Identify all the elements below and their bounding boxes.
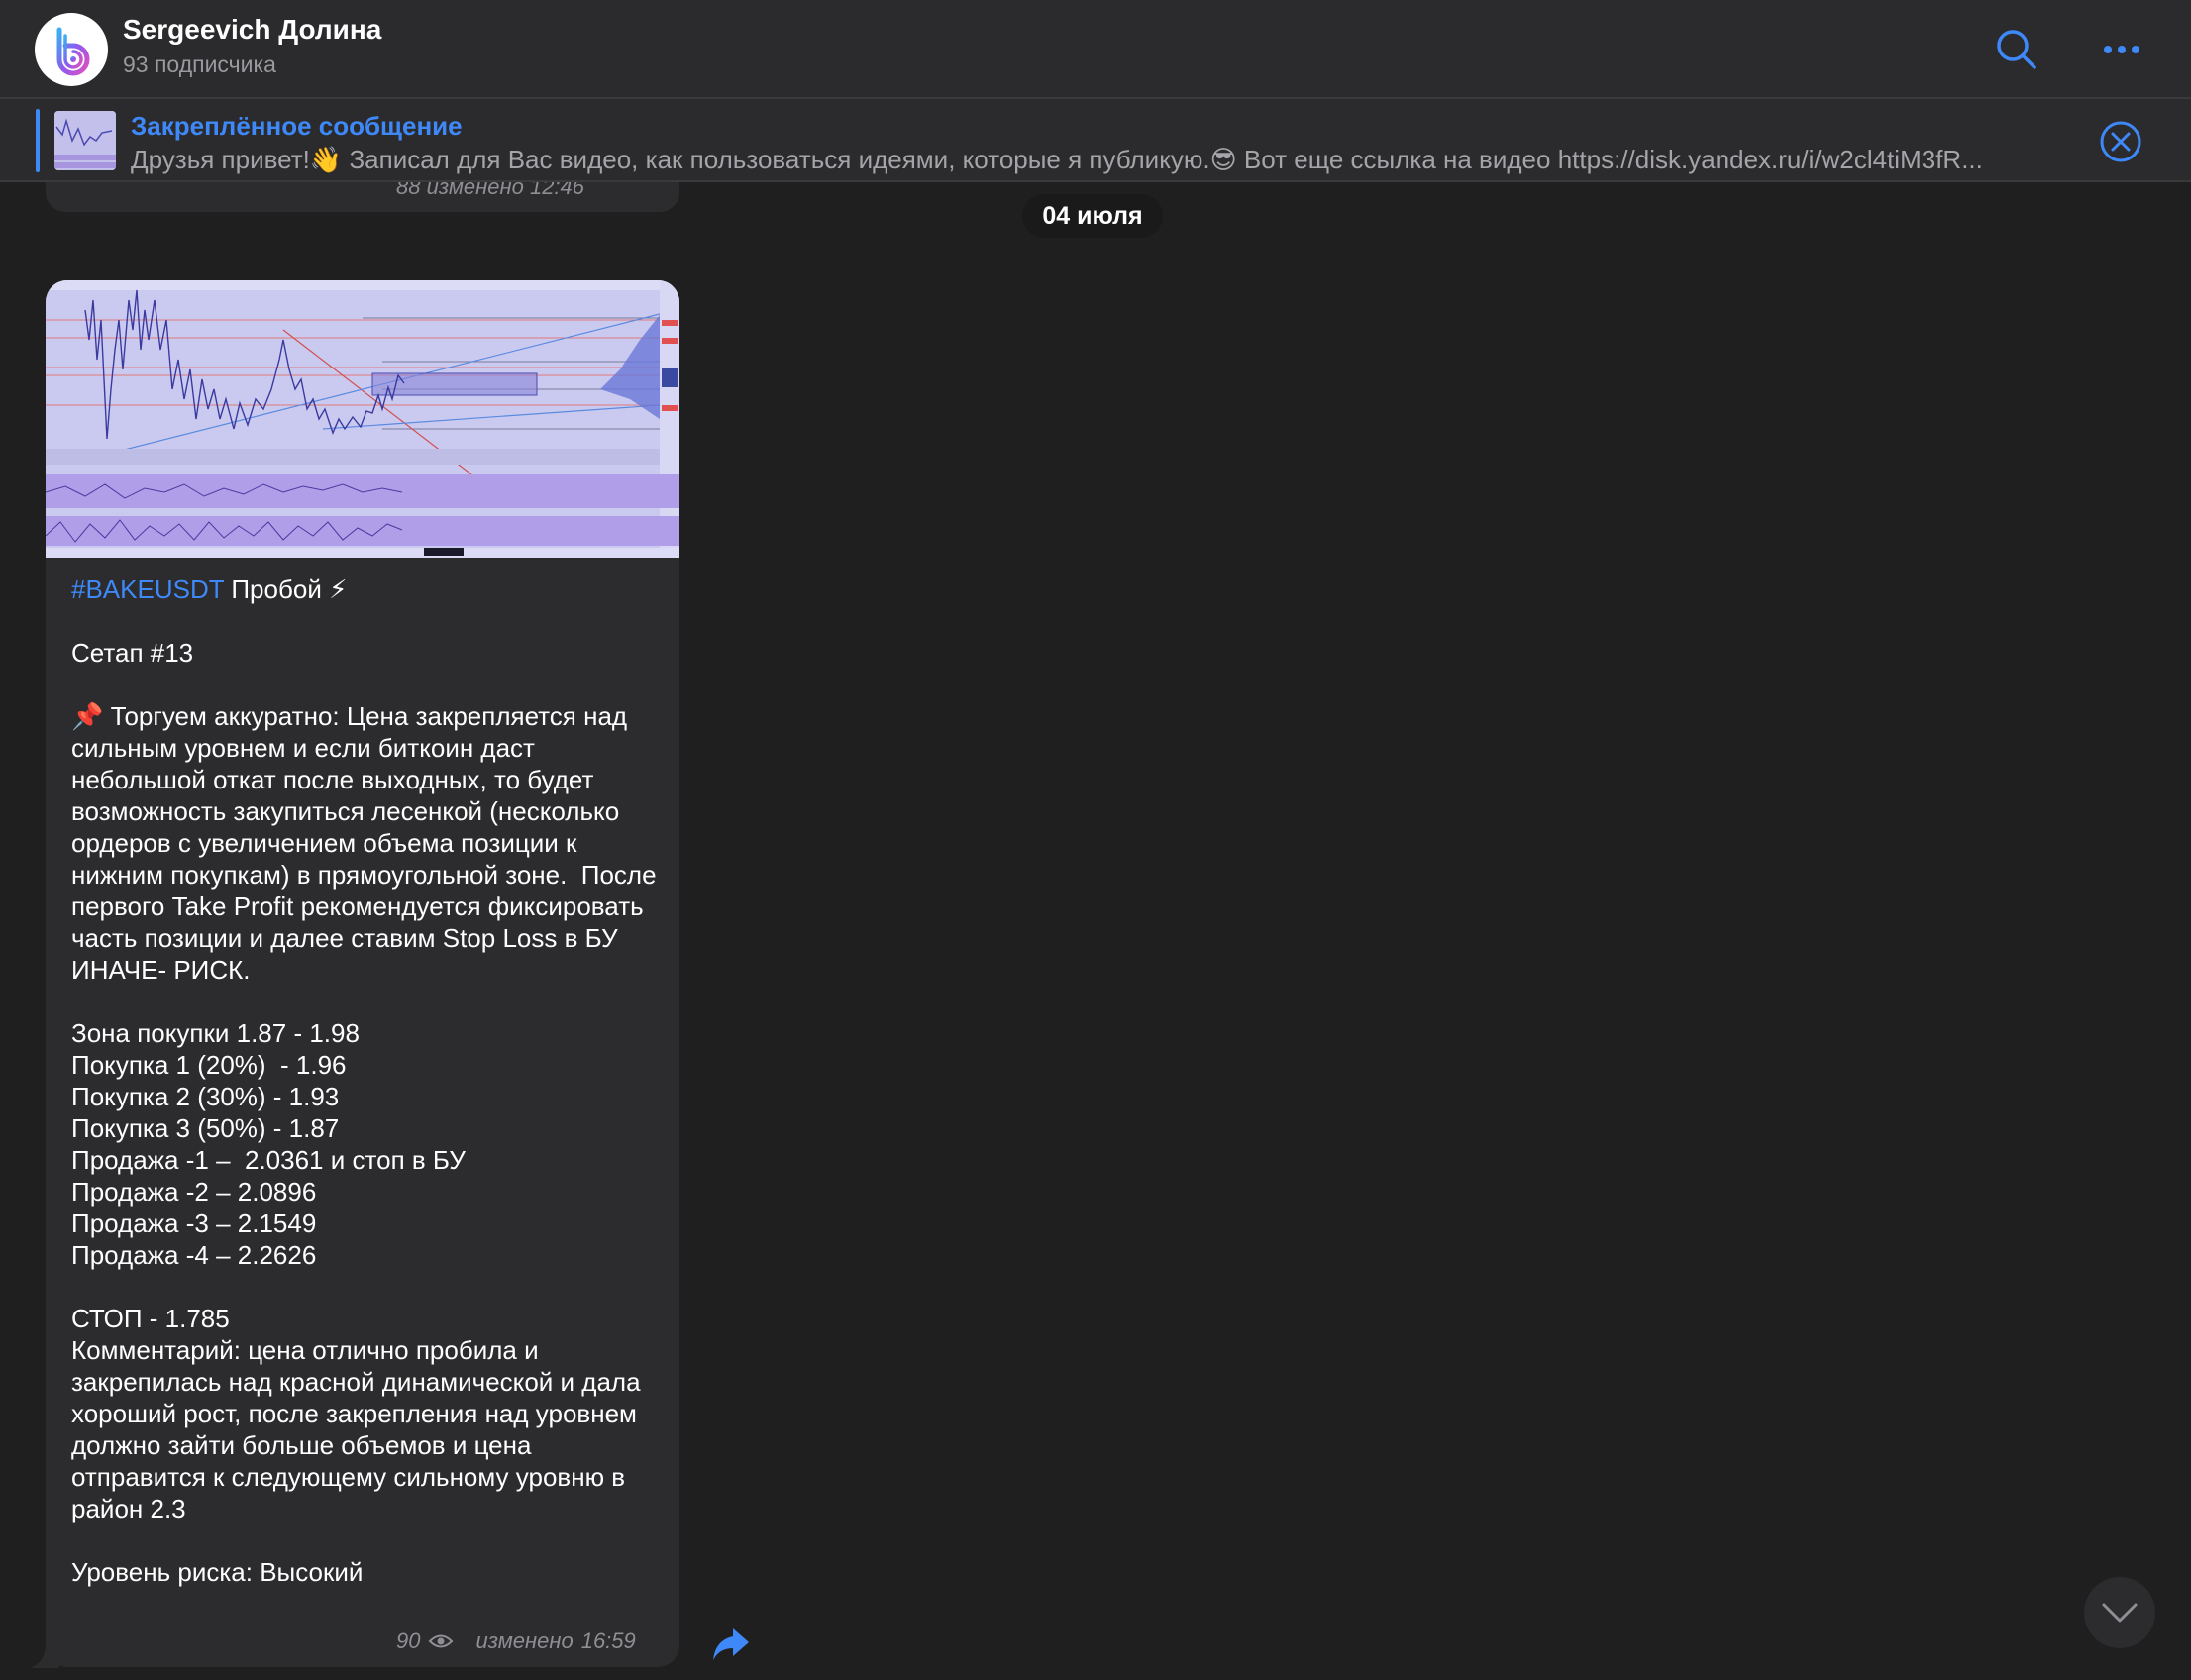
- message-meta: 90 изменено 16:59: [396, 1628, 636, 1654]
- level-line: Продажа -1 – 2.0361 и стоп в БУ: [71, 1145, 466, 1175]
- edited-label: изменено: [475, 1628, 574, 1653]
- chart-image[interactable]: [46, 280, 679, 558]
- level-line: Продажа -2 – 2.0896: [71, 1177, 317, 1207]
- level-line: Покупка 1 (20%) - 1.96: [71, 1050, 347, 1080]
- stop-loss: СТОП - 1.785: [71, 1304, 230, 1333]
- level-line: Продажа -4 – 2.2626: [71, 1240, 317, 1270]
- subscriber-count: 93 подписчика: [123, 52, 276, 77]
- close-circle-icon: [2100, 121, 2141, 162]
- level-line: Зона покупки 1.87 - 1.98: [71, 1018, 360, 1048]
- share-button[interactable]: [709, 1625, 753, 1664]
- level-line: Продажа -3 – 2.1549: [71, 1208, 317, 1238]
- pinned-title: Закреплённое сообщение: [131, 111, 463, 141]
- search-button[interactable]: [1993, 26, 2040, 73]
- channel-title[interactable]: Sergeevich Долина: [123, 14, 381, 46]
- pinned-accent-bar: [36, 109, 40, 172]
- unpin-button[interactable]: [2098, 119, 2143, 164]
- channel-logo-icon: [56, 27, 90, 76]
- channel-avatar[interactable]: [35, 13, 108, 86]
- view-count: 90: [396, 1628, 421, 1653]
- level-line: Покупка 2 (30%) - 1.93: [71, 1082, 340, 1111]
- pinned-text: Друзья привет!👋 Записал для Вас видео, к…: [131, 145, 1983, 174]
- pinned-message-bar[interactable]: Закреплённое сообщение Друзья привет!👋 З…: [0, 99, 2191, 182]
- share-arrow-icon: [713, 1628, 749, 1660]
- level-line: Покупка 3 (50%) - 1.87: [71, 1113, 340, 1143]
- message-time: 16:59: [580, 1628, 636, 1653]
- trade-warning: 📌 Торгуем аккуратно: Цена закрепляется н…: [71, 701, 664, 985]
- more-button[interactable]: [2098, 30, 2145, 69]
- chat-window: Sergeevich Долина 93 подписчика Закреплё…: [0, 0, 2191, 1680]
- more-icon: [2104, 46, 2139, 53]
- pinned-thumbnail: [54, 111, 116, 170]
- comment-text: Комментарий: цена отлично пробила и закр…: [71, 1335, 648, 1523]
- chart-screenshot: [46, 280, 679, 558]
- message-bubble[interactable]: #BAKEUSDT Пробой ⚡ Сетап #13 📌 Торгуем а…: [46, 280, 679, 1667]
- message-text: #BAKEUSDT Пробой ⚡ Сетап #13 📌 Торгуем а…: [71, 574, 666, 1588]
- risk-level: Уровень риска: Высокий: [71, 1557, 364, 1587]
- channel-header[interactable]: Sergeevich Долина 93 подписчика: [0, 0, 2191, 99]
- date-separator: 04 июля: [1022, 194, 1163, 238]
- hashtag-link[interactable]: #BAKEUSDT: [71, 575, 224, 604]
- chevron-down-icon: [2102, 1603, 2138, 1623]
- bubble-tail: [30, 1644, 59, 1668]
- eye-icon: [429, 1634, 454, 1648]
- message-headline: Пробой ⚡: [224, 575, 348, 604]
- search-icon: [1997, 30, 2036, 69]
- setup-number: Сетап #13: [71, 638, 194, 668]
- scroll-to-bottom-button[interactable]: [2084, 1577, 2155, 1648]
